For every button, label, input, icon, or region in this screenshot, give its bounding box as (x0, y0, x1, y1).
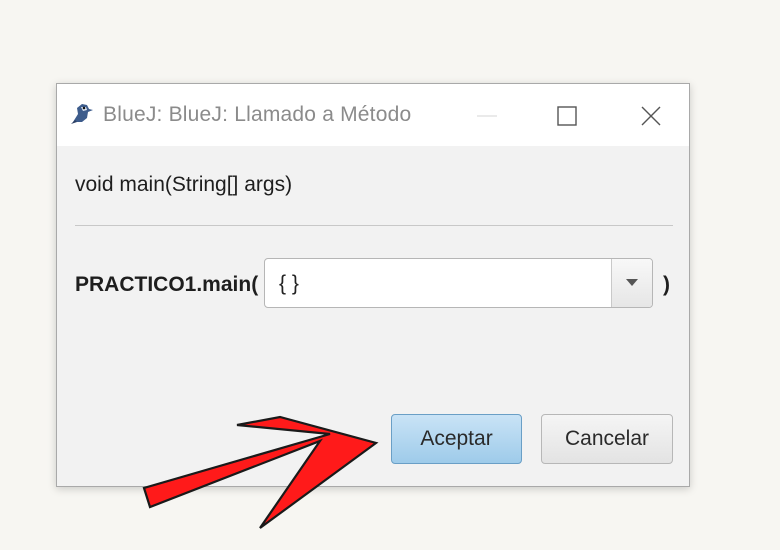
minimize-icon[interactable] (467, 96, 507, 136)
separator (75, 225, 673, 226)
method-call-dialog: BlueJ: BlueJ: Llamado a Método void main… (56, 83, 690, 487)
close-icon[interactable] (631, 96, 671, 136)
argument-combo-box[interactable]: { } (264, 258, 653, 308)
bluej-bird-icon (71, 104, 93, 124)
accept-button[interactable]: Aceptar (391, 414, 522, 464)
cancel-button[interactable]: Cancelar (541, 414, 673, 464)
argument-input[interactable]: { } (279, 272, 299, 296)
window-title: BlueJ: BlueJ: Llamado a Método (103, 103, 412, 126)
chevron-down-icon (626, 279, 638, 286)
method-signature: void main(String[] args) (75, 173, 293, 196)
method-call-prefix: PRACTICO1.main( (75, 273, 259, 296)
method-call-suffix: ) (663, 273, 670, 296)
title-bar[interactable]: BlueJ: BlueJ: Llamado a Método (57, 84, 689, 146)
dropdown-button[interactable] (611, 259, 652, 307)
maximize-icon[interactable] (547, 96, 587, 136)
